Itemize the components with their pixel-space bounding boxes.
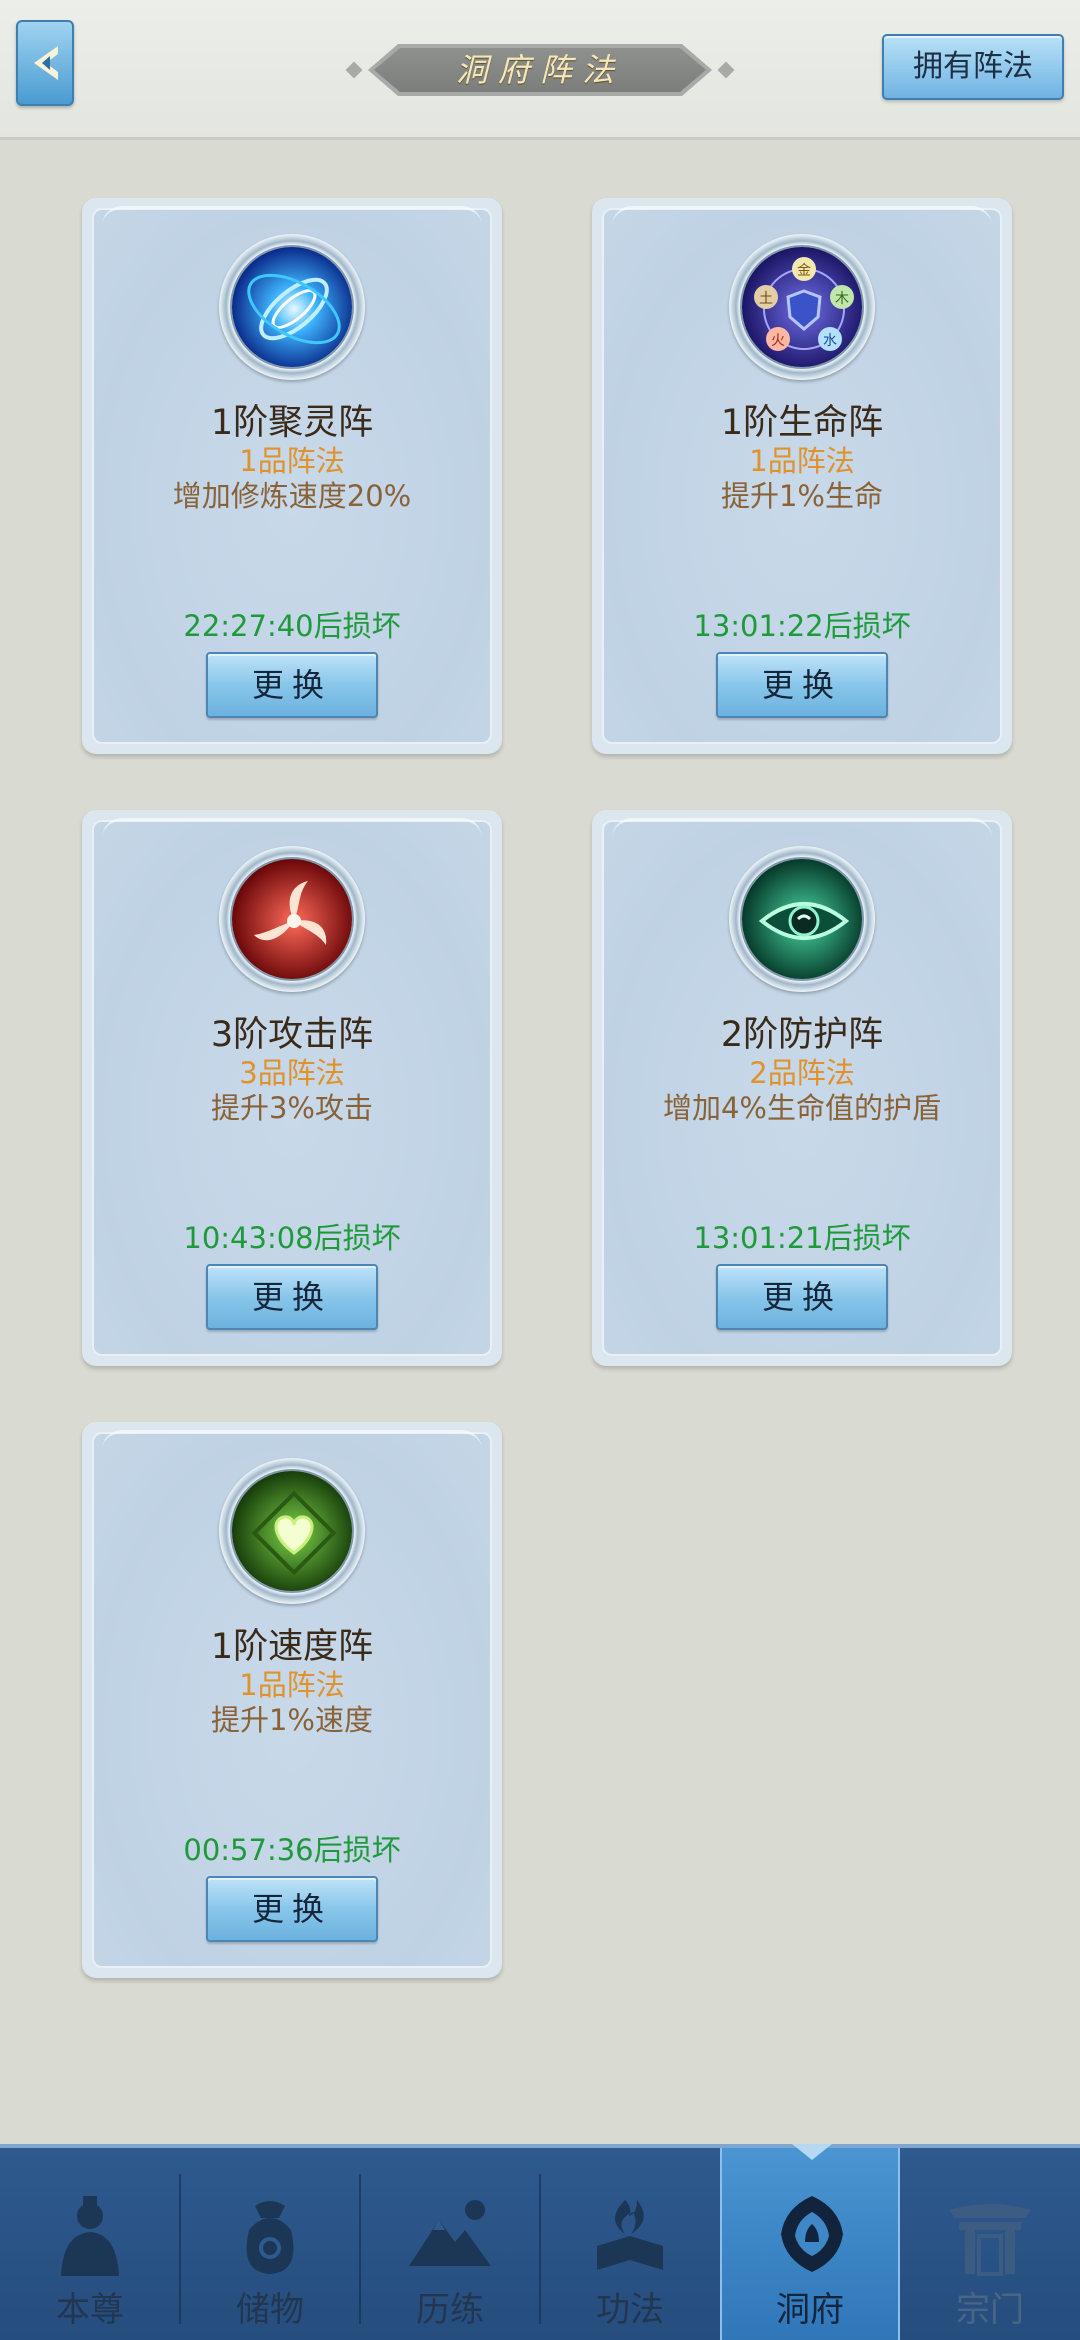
owned-formations-button[interactable]: 拥有阵法 bbox=[882, 34, 1064, 100]
nav-label: 历练 bbox=[416, 2290, 484, 2330]
formation-timer: 22:27:40后损坏 bbox=[183, 609, 401, 643]
formation-icon-frame bbox=[219, 234, 365, 380]
nav-label: 储物 bbox=[236, 2290, 304, 2330]
nav-tab-training[interactable]: 历练 bbox=[360, 2148, 540, 2340]
nav-tab-storage[interactable]: 储物 bbox=[180, 2148, 360, 2340]
back-button[interactable] bbox=[16, 20, 74, 106]
swirl-vortex-icon bbox=[230, 245, 354, 369]
eye-shield-icon bbox=[740, 857, 864, 981]
storage-bag-icon bbox=[246, 2201, 294, 2274]
formation-card: 3阶攻击阵 3品阵法 提升3%攻击 10:43:08后损坏 更换 bbox=[82, 810, 502, 1366]
element-fire: 火 bbox=[771, 333, 785, 349]
nav-tab-cave[interactable]: 洞府 bbox=[720, 2144, 900, 2340]
blade-spin-icon bbox=[230, 857, 354, 981]
formation-effect: 提升1%速度 bbox=[210, 1703, 373, 1737]
nav-tab-sect[interactable]: 宗门 bbox=[900, 2148, 1080, 2340]
formation-timer: 13:01:21后损坏 bbox=[693, 1221, 911, 1255]
nav-label: 洞府 bbox=[776, 2290, 844, 2330]
title-ornament-left bbox=[345, 61, 363, 79]
bottom-navigation: 本尊 储物 历练 功法 洞府 宗门 bbox=[0, 2144, 1080, 2340]
element-earth: 土 bbox=[759, 291, 773, 307]
page-title: 洞府阵法 bbox=[455, 51, 624, 89]
scroll-book-icon bbox=[597, 2200, 663, 2270]
element-wood: 木 bbox=[835, 291, 849, 307]
replace-button[interactable]: 更换 bbox=[716, 652, 888, 718]
formation-effect: 增加修炼速度20% bbox=[172, 479, 412, 513]
formation-icon-frame: 金 木 水 火 土 bbox=[729, 234, 875, 380]
cave-dwelling-icon bbox=[781, 2196, 843, 2272]
formation-timer: 13:01:22后损坏 bbox=[693, 609, 911, 643]
five-elements-icon: 金 木 水 火 土 bbox=[740, 245, 864, 369]
mountain-icon bbox=[409, 2200, 491, 2266]
replace-button[interactable]: 更换 bbox=[206, 1264, 378, 1330]
replace-button[interactable]: 更换 bbox=[716, 1264, 888, 1330]
formation-icon-frame bbox=[219, 1458, 365, 1604]
formation-card: 2阶防护阵 2品阵法 增加4%生命值的护盾 13:01:21后损坏 更换 bbox=[592, 810, 1012, 1366]
formation-card: 1阶速度阵 1品阵法 提升1%速度 00:57:36后损坏 更换 bbox=[82, 1422, 502, 1978]
formation-timer: 10:43:08后损坏 bbox=[183, 1221, 401, 1255]
replace-button[interactable]: 更换 bbox=[206, 652, 378, 718]
nav-label: 宗门 bbox=[956, 2290, 1024, 2330]
top-bar: 洞府阵法 拥有阵法 bbox=[0, 0, 1080, 140]
replace-button[interactable]: 更换 bbox=[206, 1876, 378, 1942]
formation-effect: 提升3%攻击 bbox=[210, 1091, 373, 1125]
back-arrow-icon bbox=[34, 46, 58, 80]
nav-label: 本尊 bbox=[56, 2290, 124, 2330]
formation-timer: 00:57:36后损坏 bbox=[183, 1833, 401, 1867]
sect-gate-icon bbox=[949, 2204, 1031, 2276]
formation-card: 1阶聚灵阵 1品阵法 增加修炼速度20% 22:27:40后损坏 更换 bbox=[82, 198, 502, 754]
nav-tab-skills[interactable]: 功法 bbox=[540, 2148, 720, 2340]
formation-icon-frame bbox=[729, 846, 875, 992]
formation-effect: 提升1%生命 bbox=[720, 479, 883, 513]
element-water: 水 bbox=[823, 333, 837, 349]
formation-effect: 增加4%生命值的护盾 bbox=[662, 1091, 941, 1125]
formation-icon-frame bbox=[219, 846, 365, 992]
formation-card: 金 木 水 火 土 1阶生命阵 1品阵法 提升1%生命 13:01:22后损坏 … bbox=[592, 198, 1012, 754]
nav-tab-character[interactable]: 本尊 bbox=[0, 2148, 180, 2340]
heart-icon bbox=[230, 1469, 354, 1593]
title-ornament-right bbox=[717, 61, 735, 79]
element-metal: 金 bbox=[797, 263, 811, 279]
character-icon bbox=[61, 2196, 119, 2276]
nav-label: 功法 bbox=[596, 2290, 664, 2330]
